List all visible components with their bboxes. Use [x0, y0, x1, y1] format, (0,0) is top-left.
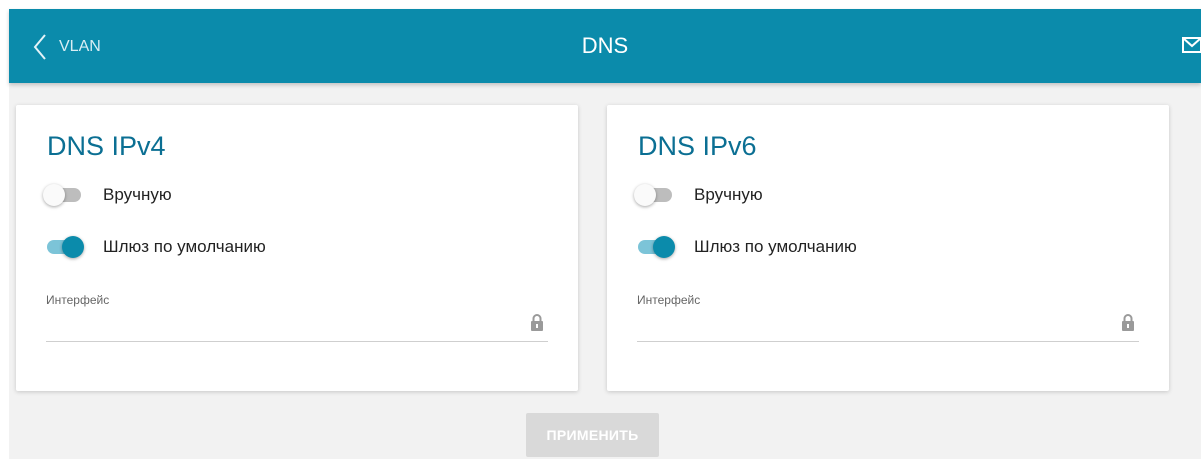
interface-label: Интерфейс [46, 293, 110, 307]
card-title: DNS IPv4 [47, 131, 166, 161]
manual-label: Вручную [694, 185, 763, 204]
gateway-toggle-ipv6[interactable]: Шлюз по умолчанию [634, 234, 857, 260]
interface-field[interactable] [46, 307, 548, 342]
toggle-switch[interactable] [43, 182, 83, 208]
top-bar: VLAN DNS [9, 9, 1201, 83]
manual-label: Вручную [103, 185, 172, 204]
messages-button[interactable] [1182, 37, 1201, 53]
lock-icon [530, 313, 544, 331]
gateway-label: Шлюз по умолчанию [103, 237, 266, 256]
toggle-switch[interactable] [43, 234, 84, 260]
lock-icon [1121, 313, 1135, 331]
manual-toggle-ipv4[interactable]: Вручную [43, 182, 172, 208]
app-frame: VLAN DNS DNS IPv4 Вручную Шлюз по умолча [9, 9, 1201, 459]
gateway-label: Шлюз по умолчанию [694, 237, 857, 256]
toggle-switch[interactable] [634, 234, 675, 260]
interface-label: Интерфейс [637, 293, 701, 307]
interface-field[interactable] [637, 307, 1139, 342]
card-title: DNS IPv6 [638, 131, 757, 161]
dns-ipv6-card: DNS IPv6 Вручную Шлюз по умолчанию Интер… [607, 105, 1169, 391]
dns-ipv4-card: DNS IPv4 Вручную Шлюз по умолчанию Интер… [16, 105, 578, 391]
apply-button[interactable]: ПРИМЕНИТЬ [526, 413, 659, 457]
page-title: DNS [581, 33, 629, 58]
manual-toggle-ipv6[interactable]: Вручную [634, 182, 763, 208]
envelope-icon [1182, 37, 1201, 53]
toggle-switch[interactable] [634, 182, 674, 208]
gateway-toggle-ipv4[interactable]: Шлюз по умолчанию [43, 234, 266, 260]
